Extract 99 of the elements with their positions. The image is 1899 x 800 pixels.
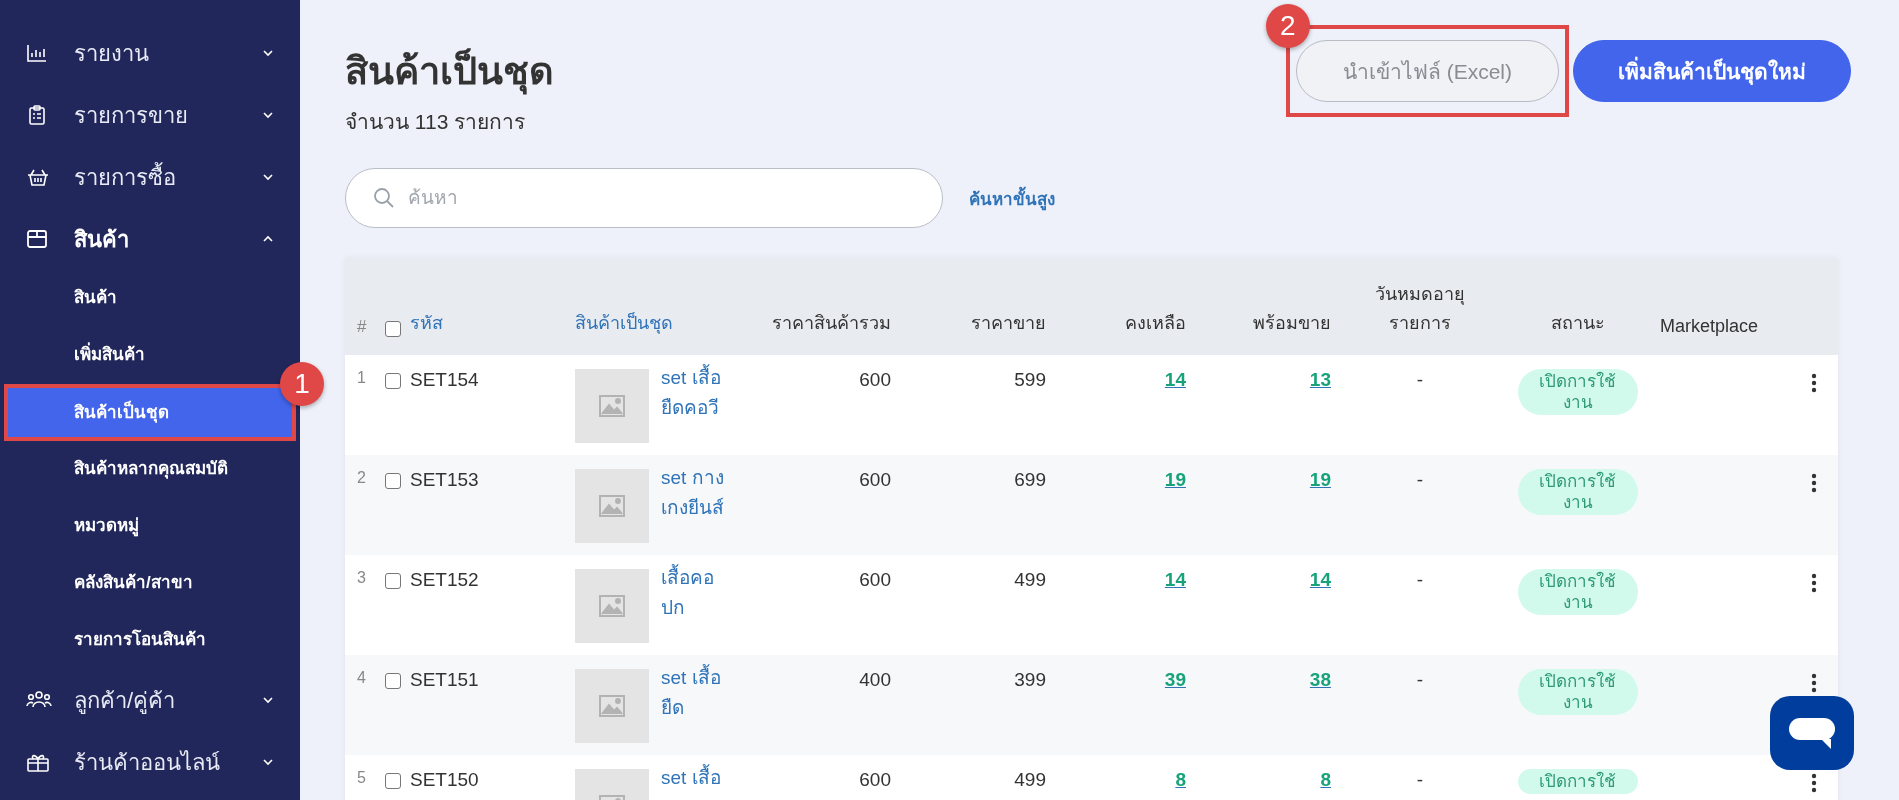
sidebar-subitem[interactable]: คลังสินค้า/สาขา [4, 572, 193, 595]
product-code: SET154 [410, 369, 480, 391]
chevron-icon [262, 49, 274, 57]
more-icon[interactable] [1811, 773, 1817, 793]
more-icon[interactable] [1811, 473, 1817, 493]
page-title: สินค้าเป็นชุด [345, 40, 554, 101]
image-icon [599, 695, 625, 717]
column-header: สถานะ [1549, 312, 1606, 335]
row-checkbox[interactable] [385, 573, 401, 589]
sidebar-item[interactable]: รายการซื้อ [0, 146, 300, 208]
sidebar-item[interactable]: ลูกค้า/คู่ค้า [0, 669, 300, 731]
image-icon [599, 395, 625, 417]
status-badge: เปิดการใช้งาน [1517, 469, 1638, 515]
product-name-link[interactable]: set เสื้อยืด [661, 663, 725, 743]
more-icon[interactable] [1811, 673, 1817, 693]
product-name-link[interactable]: เสื้อคอปก [661, 563, 725, 643]
sidebar-item[interactable]: ร้านค้าออนไลน์ [0, 731, 300, 793]
column-header: พร้อมขาย [1252, 312, 1332, 335]
stock-link[interactable]: 14 [1060, 369, 1200, 391]
total-price: 600 [858, 769, 892, 791]
add-set-button[interactable]: เพิ่มสินค้าเป็นชุดใหม่ [1573, 40, 1851, 102]
sale-price: 499 [1013, 769, 1047, 791]
sale-price: 699 [1013, 469, 1047, 491]
total-price: 400 [858, 669, 892, 691]
total-price: 600 [858, 469, 892, 491]
available-link[interactable]: 14 [1200, 569, 1345, 591]
row-checkbox[interactable] [385, 773, 401, 789]
image-icon [599, 595, 625, 617]
product-name-link[interactable]: set เสื้อ [661, 763, 725, 800]
available-link[interactable]: 8 [1200, 769, 1345, 791]
column-header[interactable]: สินค้าเป็นชุด [575, 308, 750, 355]
chevron-icon [262, 696, 274, 704]
chevron-icon [262, 173, 274, 181]
total-price: 600 [858, 369, 892, 391]
stock-link[interactable]: 19 [1060, 469, 1200, 491]
expiry-date: - [1415, 669, 1425, 691]
status-badge: เปิดการใช้งาน [1517, 569, 1638, 615]
product-name-link[interactable]: set กางเกงยีนส์ [661, 463, 725, 543]
sidebar-subitem[interactable]: สินค้าหลากคุณสมบัติ [4, 458, 228, 481]
row-number: 5 [356, 769, 367, 787]
chevron-icon [262, 235, 274, 243]
expiry-date: - [1415, 569, 1425, 591]
advanced-search-link[interactable]: ค้นหาขั้นสูง [969, 184, 1055, 212]
status-badge: เปิดการใช้งาน [1517, 369, 1638, 415]
sidebar-item[interactable]: สินค้า [0, 208, 300, 270]
bar-chart-icon [26, 42, 48, 64]
product-code: SET150 [410, 769, 480, 791]
search-field[interactable]: ค้นหา [345, 168, 943, 228]
sidebar-subitem[interactable]: สินค้า [4, 287, 117, 310]
row-checkbox[interactable] [385, 673, 401, 689]
image-icon [599, 495, 625, 517]
sidebar-item[interactable]: รายงาน [0, 22, 300, 84]
product-code: SET153 [410, 469, 480, 491]
clipboard-icon [26, 104, 48, 126]
sidebar-item[interactable]: รายการขาย [0, 84, 300, 146]
sale-price: 599 [1013, 369, 1047, 391]
sale-price: 499 [1013, 569, 1047, 591]
expiry-date: - [1415, 369, 1425, 391]
product-code: SET151 [410, 669, 480, 691]
import-button[interactable]: นำเข้าไฟล์ (Excel) [1295, 40, 1559, 102]
available-link[interactable]: 13 [1200, 369, 1345, 391]
stock-link[interactable]: 8 [1060, 769, 1200, 791]
more-icon[interactable] [1811, 573, 1817, 593]
column-header: Marketplace [1660, 316, 1760, 338]
column-header: วันหมดอายุ รายการ [1374, 283, 1466, 335]
stock-link[interactable]: 14 [1060, 569, 1200, 591]
chevron-icon [262, 111, 274, 119]
sidebar-subitem[interactable]: หมวดหมู่ [4, 515, 139, 538]
row-number: 1 [356, 369, 367, 387]
column-header[interactable]: รหัส [410, 308, 575, 355]
row-number: 4 [356, 669, 367, 687]
chevron-icon [262, 758, 274, 766]
row-number: 2 [356, 469, 367, 487]
column-header: # [356, 317, 368, 338]
select-all-checkbox[interactable] [385, 321, 401, 337]
sale-price: 399 [1013, 669, 1047, 691]
row-checkbox[interactable] [385, 373, 401, 389]
more-icon[interactable] [1811, 373, 1817, 393]
item-count: จำนวน 113 รายการ [345, 109, 527, 135]
sidebar-subitem[interactable]: รายการโอนสินค้า [4, 629, 206, 652]
step-marker: 2 [1265, 4, 1310, 48]
product-name-link[interactable]: set เสื้อยืดคอวี [661, 363, 725, 443]
status-badge: เปิดการใช้งาน [1517, 669, 1638, 715]
box-icon [26, 228, 48, 250]
column-header: ราคาขาย [970, 312, 1047, 335]
product-code: SET152 [410, 569, 480, 591]
expiry-date: - [1415, 769, 1425, 791]
expiry-date: - [1415, 469, 1425, 491]
column-header: คงเหลือ [1124, 312, 1187, 335]
status-badge: เปิดการใช้ [1517, 769, 1638, 794]
row-number: 3 [356, 569, 367, 587]
sidebar-subitem[interactable]: เพิ่มสินค้า [4, 344, 145, 367]
total-price: 600 [858, 569, 892, 591]
chat-button[interactable] [1770, 696, 1854, 770]
stock-link[interactable]: 39 [1060, 669, 1200, 691]
available-link[interactable]: 19 [1200, 469, 1345, 491]
row-checkbox[interactable] [385, 473, 401, 489]
available-link[interactable]: 38 [1200, 669, 1345, 691]
column-header: ราคาสินค้ารวม [771, 312, 892, 335]
